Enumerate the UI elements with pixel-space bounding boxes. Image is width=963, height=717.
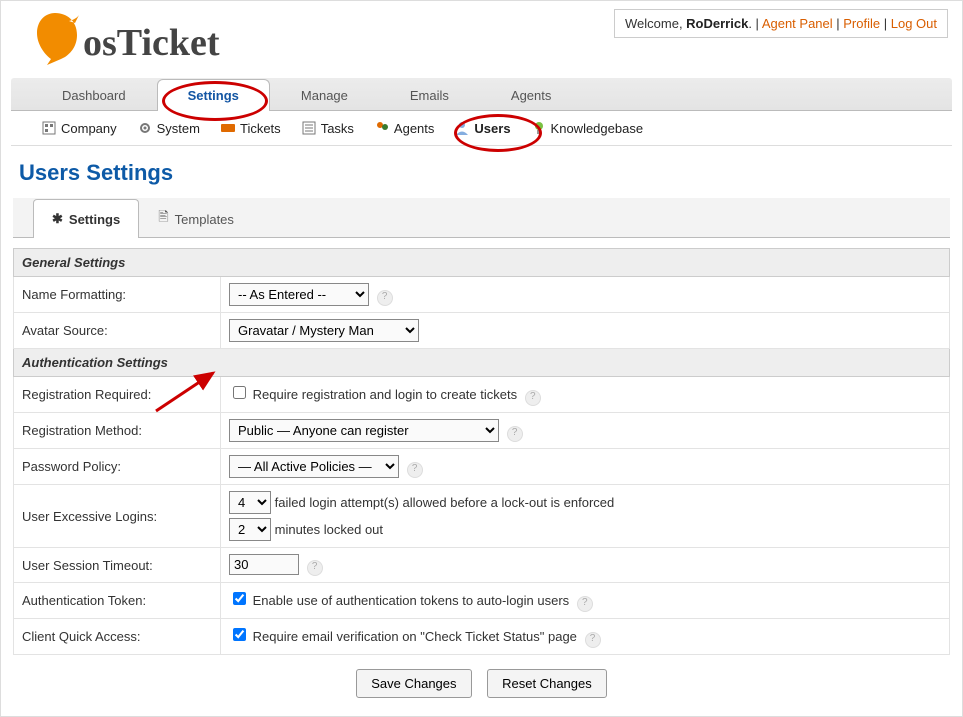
sub-nav: Company System Tickets Tasks Agents User…: [11, 111, 952, 146]
nav-manage[interactable]: Manage: [270, 79, 379, 111]
help-icon[interactable]: ?: [507, 426, 523, 442]
settings-form: General Settings Name Formatting: -- As …: [13, 248, 950, 655]
reset-button[interactable]: Reset Changes: [487, 669, 607, 698]
name-formatting-select[interactable]: -- As Entered --: [229, 283, 369, 306]
label-session-timeout: User Session Timeout:: [14, 548, 221, 583]
nav-emails[interactable]: Emails: [379, 79, 480, 111]
session-timeout-input[interactable]: [229, 554, 299, 575]
help-icon[interactable]: ?: [577, 596, 593, 612]
label-auth-token: Authentication Token:: [14, 583, 221, 619]
subnav-system[interactable]: System: [127, 117, 210, 139]
welcome-text: Welcome,: [625, 16, 686, 31]
subnav-users[interactable]: Users: [444, 117, 520, 139]
people-icon: [374, 120, 390, 136]
registration-required-checkbox[interactable]: [233, 386, 246, 399]
label-password-policy: Password Policy:: [14, 449, 221, 485]
registration-required-text: Require registration and login to create…: [253, 387, 517, 402]
profile-link[interactable]: Profile: [843, 16, 880, 31]
failed-attempts-text: failed login attempt(s) allowed before a…: [275, 495, 615, 510]
lightbulb-icon: [531, 120, 547, 136]
lockout-minutes-select[interactable]: 2: [229, 518, 271, 541]
label-quick-access: Client Quick Access:: [14, 619, 221, 655]
building-icon: [41, 120, 57, 136]
label-excessive-logins: User Excessive Logins:: [14, 485, 221, 548]
welcome-box: Welcome, RoDerrick. | Agent Panel | Prof…: [614, 9, 948, 38]
avatar-source-select[interactable]: Gravatar / Mystery Man: [229, 319, 419, 342]
tab-settings[interactable]: ✱ Settings: [33, 199, 139, 238]
help-icon[interactable]: ?: [307, 560, 323, 576]
subnav-company[interactable]: Company: [31, 117, 127, 139]
nav-agents[interactable]: Agents: [480, 79, 582, 111]
help-icon[interactable]: ?: [377, 290, 393, 306]
failed-attempts-select[interactable]: 4: [229, 491, 271, 514]
asterisk-icon: ✱: [52, 211, 63, 227]
lockout-minutes-text: minutes locked out: [275, 522, 383, 537]
nav-dashboard[interactable]: Dashboard: [31, 79, 157, 111]
main-nav: Dashboard Settings Manage Emails Agents: [11, 78, 952, 111]
label-registration-required: Registration Required:: [14, 377, 221, 413]
subnav-knowledgebase[interactable]: Knowledgebase: [521, 117, 654, 139]
list-icon: [301, 120, 317, 136]
password-policy-select[interactable]: — All Active Policies —: [229, 455, 399, 478]
user-icon: [454, 120, 470, 136]
tab-templates[interactable]: 🖹 Templates: [139, 199, 253, 238]
nav-settings[interactable]: Settings: [157, 79, 270, 111]
help-icon[interactable]: ?: [525, 390, 541, 406]
label-avatar-source: Avatar Source:: [14, 313, 221, 349]
page-title: Users Settings: [19, 160, 962, 186]
auth-token-text: Enable use of authentication tokens to a…: [253, 593, 570, 608]
logo: osTicket: [9, 5, 230, 70]
registration-method-select[interactable]: Public — Anyone can register: [229, 419, 499, 442]
welcome-username: RoDerrick: [686, 16, 748, 31]
save-button[interactable]: Save Changes: [356, 669, 471, 698]
ticket-icon: [220, 120, 236, 136]
section-general: General Settings: [14, 249, 950, 277]
auth-token-checkbox[interactable]: [233, 592, 246, 605]
quick-access-text: Require email verification on "Check Tic…: [253, 629, 577, 644]
subnav-agents[interactable]: Agents: [364, 117, 444, 139]
file-icon: 🖹: [158, 208, 168, 230]
help-icon[interactable]: ?: [585, 632, 601, 648]
label-name-formatting: Name Formatting:: [14, 277, 221, 313]
help-icon[interactable]: ?: [407, 462, 423, 478]
logout-link[interactable]: Log Out: [891, 16, 937, 31]
gear-icon: [137, 120, 153, 136]
svg-text:osTicket: osTicket: [83, 22, 220, 64]
subnav-tickets[interactable]: Tickets: [210, 117, 291, 139]
agent-panel-link[interactable]: Agent Panel: [762, 16, 833, 31]
subnav-tasks[interactable]: Tasks: [291, 117, 364, 139]
label-registration-method: Registration Method:: [14, 413, 221, 449]
section-auth: Authentication Settings: [14, 349, 950, 377]
quick-access-checkbox[interactable]: [233, 628, 246, 641]
inner-tabs: ✱ Settings 🖹 Templates: [13, 198, 950, 238]
